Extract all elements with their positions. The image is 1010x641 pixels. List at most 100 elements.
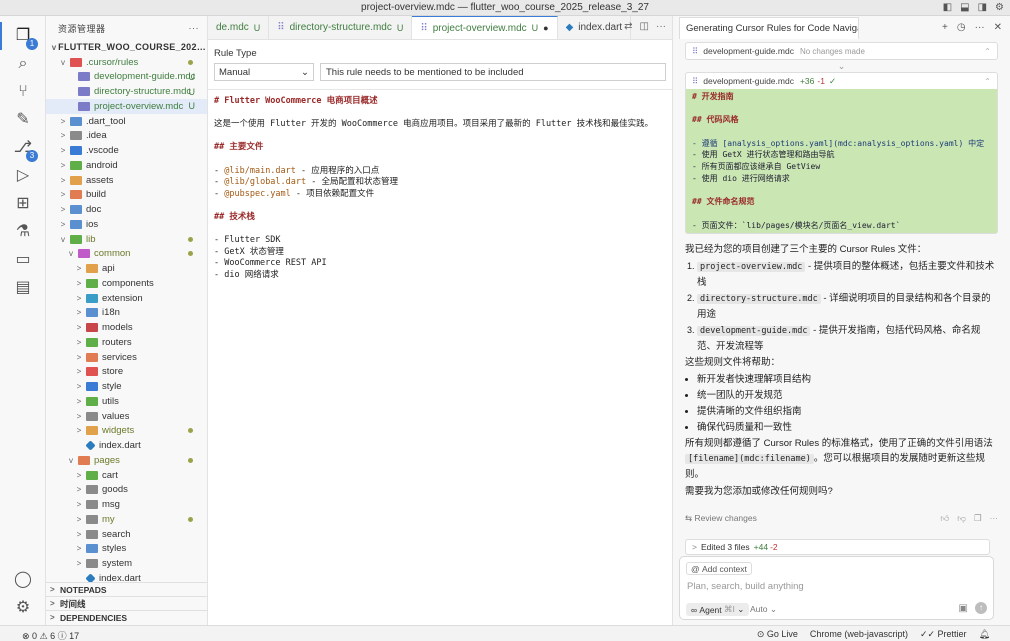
tree-folder[interactable]: > i18n	[46, 306, 207, 321]
toggle-panel-icon[interactable]: ⬓	[960, 2, 969, 13]
tree-folder[interactable]: project-overview.mdc U	[46, 99, 207, 114]
chat-input[interactable]: Plan, search, build anything	[687, 581, 804, 592]
settings-icon[interactable]: ⚙	[995, 2, 1004, 13]
notifications-icon[interactable]: 🔔︎	[979, 629, 990, 640]
tree-folder[interactable]: > utils	[46, 394, 207, 409]
tree-folder[interactable]: > extension	[46, 291, 207, 306]
activity-bar: ❐ 1 ⌕ ⑂ ✎ ⎇ 3 ▷ ⊞ ⚗ ▭ ▤ ◯ ⚙	[0, 16, 46, 625]
run-debug-icon[interactable]: ▷	[13, 166, 33, 186]
go-live-button[interactable]: ⊙ Go Live	[757, 629, 798, 640]
tree-folder[interactable]: > assets	[46, 173, 207, 188]
close-icon[interactable]: ✕	[994, 22, 1002, 33]
tab-index-dart[interactable]: ◆ index.dart	[558, 16, 632, 39]
manage-gear-icon[interactable]: ⚙	[13, 598, 33, 618]
source-control-icon[interactable]: ⎇ 3	[13, 138, 38, 162]
tree-folder[interactable]: > store	[46, 365, 207, 380]
tree-folder[interactable]: > models	[46, 320, 207, 335]
tree-folder[interactable]: > my	[46, 512, 207, 527]
folder-icon	[86, 308, 98, 318]
editor-area: de.mdc U ⠿ directory-structure.mdc U ⠿ p…	[208, 16, 673, 625]
tree-folder[interactable]: v .cursor/rules	[46, 55, 207, 70]
tree-folder[interactable]: > style	[46, 379, 207, 394]
new-chat-icon[interactable]: +	[942, 22, 948, 33]
tab-project-overview[interactable]: ⠿ project-overview.mdc U ●	[412, 16, 558, 39]
workspace-root[interactable]: v FLUTTER_WOO_COURSE_2025_RELE...	[46, 40, 207, 55]
timeline-section[interactable]: > 时间线	[46, 596, 207, 610]
send-icon[interactable]: ↑	[975, 602, 987, 614]
more-actions-icon[interactable]: ···	[975, 22, 985, 33]
tree-folder[interactable]: > api	[46, 261, 207, 276]
more-actions-icon[interactable]: ···	[990, 513, 999, 524]
tree-folder[interactable]: > values	[46, 409, 207, 424]
search-icon[interactable]: ⌕	[13, 54, 33, 74]
source-control-graph-icon[interactable]: ⑂	[13, 82, 33, 102]
more-actions-icon[interactable]: ···	[189, 23, 200, 33]
agent-mode-select[interactable]: ∞ Agent ⌘I ⌄	[686, 603, 750, 616]
thumbs-down-icon[interactable]: 👎︎	[957, 513, 966, 524]
tab-development-guide[interactable]: de.mdc U	[208, 16, 270, 39]
tree-folder[interactable]: > build	[46, 188, 207, 203]
tree-folder[interactable]: > msg	[46, 497, 207, 512]
tree-folder[interactable]: > routers	[46, 335, 207, 350]
toggle-sidebar-icon[interactable]: ◧	[943, 2, 952, 13]
compare-changes-icon[interactable]: ⇄	[624, 21, 632, 32]
tree-folder[interactable]: v pages	[46, 453, 207, 468]
tree-folder[interactable]: > .idea	[46, 129, 207, 144]
add-context-button[interactable]: @ Add context	[686, 562, 752, 575]
file-card-unchanged[interactable]: ⠿ development-guide.mdc No changes made …	[685, 42, 998, 60]
file-card-diff[interactable]: ⠿ development-guide.mdc +36 -1 ✓ ⌃ # 开发指…	[685, 72, 998, 235]
tree-folder[interactable]: > widgets	[46, 424, 207, 439]
explorer-icon[interactable]: ❐ 1	[0, 22, 38, 50]
tree-folder[interactable]: > components	[46, 276, 207, 291]
folder-stack-icon[interactable]: ▤	[13, 278, 33, 298]
feather-icon[interactable]: ✎	[13, 110, 33, 130]
account-icon[interactable]: ◯	[13, 570, 33, 590]
tree-folder[interactable]: > search	[46, 527, 207, 542]
expand-icon[interactable]: ⌃	[984, 47, 991, 56]
copy-icon[interactable]: ❐	[974, 513, 982, 524]
tree-folder[interactable]: > cart	[46, 468, 207, 483]
model-select[interactable]: Auto ⌄	[750, 604, 777, 615]
testing-icon[interactable]: ⚗	[13, 222, 33, 242]
chat-tab[interactable]: Generating Cursor Rules for Code Navigat…	[679, 17, 859, 39]
notepads-section[interactable]: > NOTEPADS	[46, 582, 207, 596]
chevron-down-icon[interactable]: ⌄	[673, 60, 1010, 72]
edited-files-bar[interactable]: > Edited 3 files +44 -2	[685, 539, 990, 555]
tree-folder[interactable]: development-guide.mdc U	[46, 70, 207, 85]
tree-folder[interactable]: directory-structure.mdc U	[46, 84, 207, 99]
tree-folder[interactable]: v common	[46, 247, 207, 262]
toggle-auxbar-icon[interactable]: ◨	[978, 2, 987, 13]
dependencies-section[interactable]: > DEPENDENCIES	[46, 610, 207, 624]
problems-indicator[interactable]: ⊗ 0 ⚠ 6 ⓘ 17	[22, 629, 79, 641]
prettier-button[interactable]: ✓✓ Prettier	[920, 629, 967, 640]
tree-folder[interactable]: v lib	[46, 232, 207, 247]
more-actions-icon[interactable]: ···	[656, 21, 666, 32]
split-editor-icon[interactable]: ◫	[640, 21, 649, 32]
tab-label: project-overview.mdc	[432, 22, 527, 34]
remote-explorer-icon[interactable]: ▭	[13, 250, 33, 270]
extensions-icon[interactable]: ⊞	[13, 194, 33, 214]
image-icon[interactable]: ▣	[959, 603, 968, 614]
tree-folder[interactable]: > .vscode	[46, 143, 207, 158]
tree-folder[interactable]: > services	[46, 350, 207, 365]
rule-description-input[interactable]: This rule needs to be mentioned to be in…	[320, 63, 666, 81]
tree-folder[interactable]: > styles	[46, 542, 207, 557]
tree-item-label: components	[102, 277, 154, 289]
tree-file[interactable]: index.dart	[46, 438, 207, 453]
markdown-content[interactable]: # Flutter WooCommerce 电商项目概述 这是一个使用 Flutt…	[208, 90, 672, 288]
expand-icon[interactable]: ⌃	[984, 77, 991, 86]
tab-directory-structure[interactable]: ⠿ directory-structure.mdc U	[269, 16, 413, 39]
tree-folder[interactable]: > system	[46, 556, 207, 571]
device-select[interactable]: Chrome (web-javascript)	[810, 629, 908, 640]
tree-folder[interactable]: > .dart_tool	[46, 114, 207, 129]
tree-folder[interactable]: > goods	[46, 483, 207, 498]
markdown-heading: # Flutter WooCommerce 电商项目概述	[214, 96, 378, 106]
history-icon[interactable]: ◷	[957, 22, 966, 33]
review-changes-button[interactable]: ⇆ Review changes	[685, 513, 757, 524]
unsaved-dot[interactable]: ●	[543, 23, 548, 33]
thumbs-up-icon[interactable]: 👍︎	[940, 513, 949, 524]
tree-folder[interactable]: > ios	[46, 217, 207, 232]
rule-type-select[interactable]: Manual ⌄	[214, 63, 314, 81]
tree-folder[interactable]: > doc	[46, 202, 207, 217]
tree-folder[interactable]: > android	[46, 158, 207, 173]
